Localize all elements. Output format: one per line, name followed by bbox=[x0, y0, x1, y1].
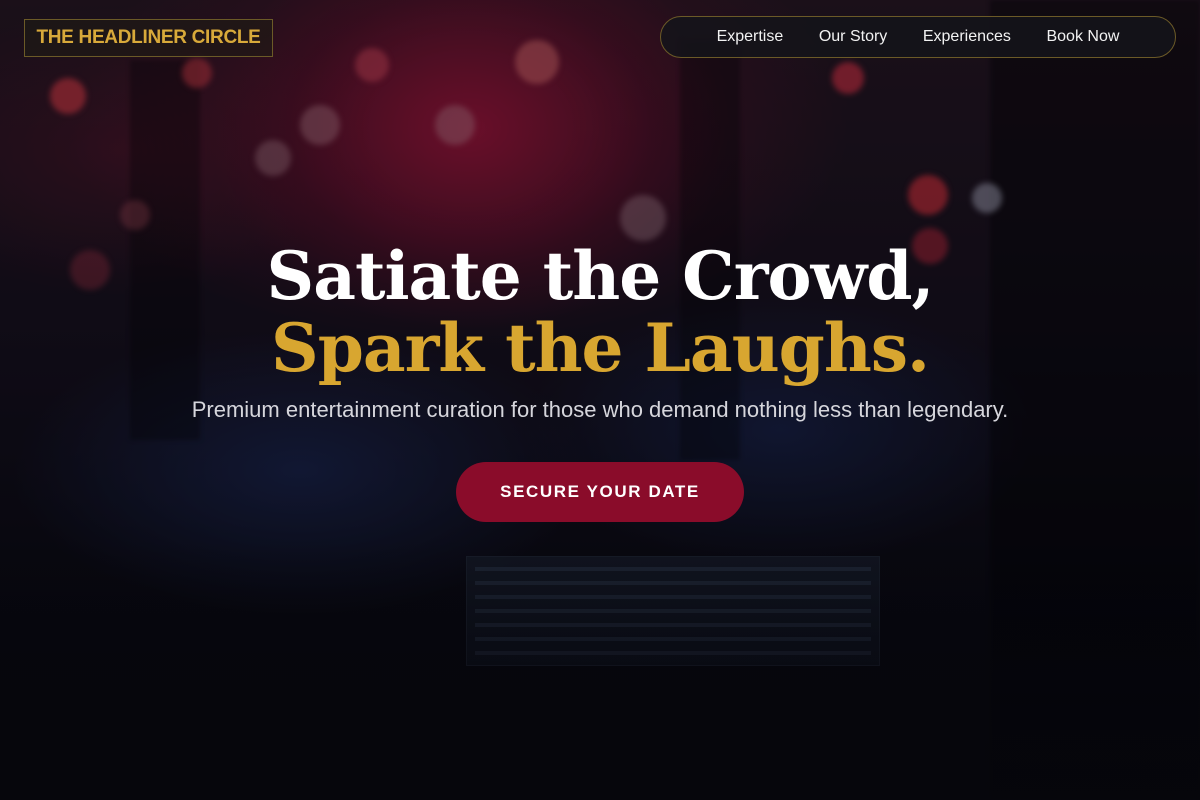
nav-link-experiences[interactable]: Experiences bbox=[923, 28, 1011, 46]
headline-line-2: Spark the Laughs. bbox=[271, 309, 930, 387]
secure-your-date-button[interactable]: SECURE YOUR DATE bbox=[456, 462, 744, 522]
hero-section: Satiate the Crowd, Spark the Laughs. Pre… bbox=[0, 240, 1200, 522]
brand-logo-text: THE HEADLINER CIRCLE bbox=[36, 27, 261, 48]
brand-logo[interactable]: THE HEADLINER CIRCLE bbox=[24, 19, 273, 57]
nav-link-our-story[interactable]: Our Story bbox=[819, 28, 887, 46]
hero-subtitle: Premium entertainment curation for those… bbox=[191, 397, 1009, 422]
main-nav: Expertise Our Story Experiences Book Now bbox=[660, 16, 1176, 58]
headline-line-1: Satiate the Crowd, bbox=[266, 237, 935, 315]
hero-headline: Satiate the Crowd, Spark the Laughs. bbox=[0, 240, 1200, 384]
nav-link-expertise[interactable]: Expertise bbox=[717, 28, 784, 46]
nav-link-book-now[interactable]: Book Now bbox=[1046, 28, 1119, 46]
